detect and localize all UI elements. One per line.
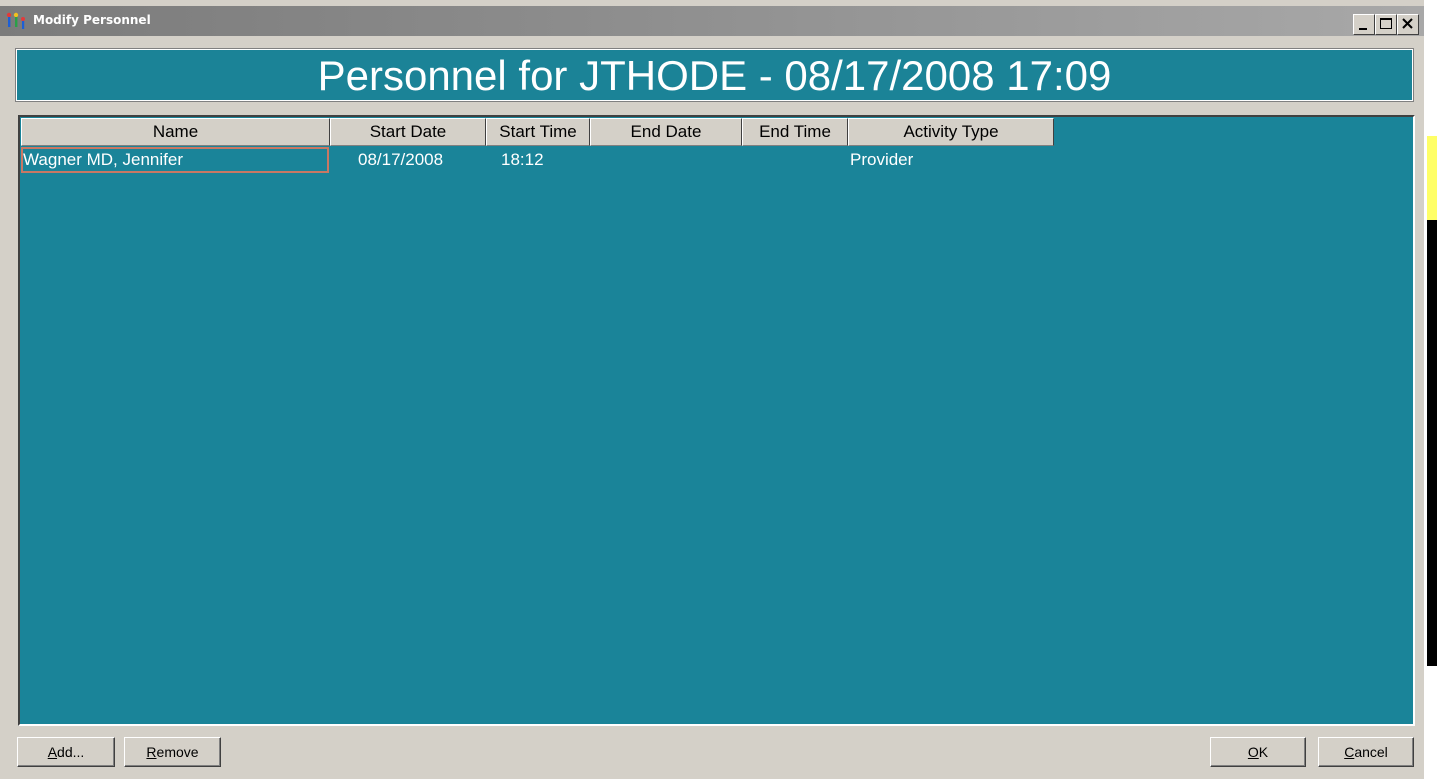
- ok-button-label: K: [1258, 744, 1269, 760]
- people-app-icon: [6, 12, 25, 29]
- add-button-accel: A: [47, 744, 58, 760]
- close-button[interactable]: [1397, 14, 1419, 35]
- column-header-end-date[interactable]: End Date: [590, 118, 742, 146]
- add-button-label: dd...: [57, 744, 85, 760]
- column-header-name[interactable]: Name: [21, 118, 330, 146]
- remove-button[interactable]: Remove: [124, 737, 221, 767]
- cell-start-time: 18:12: [501, 150, 544, 169]
- cell-name-selected[interactable]: Wagner MD, Jennifer: [21, 147, 329, 173]
- ok-button-accel: O: [1247, 744, 1259, 760]
- window-title: Modify Personnel: [33, 13, 151, 27]
- background-window-dark-block: [1427, 220, 1437, 256]
- column-header-start-time[interactable]: Start Time: [486, 118, 590, 146]
- personnel-list[interactable]: Name Start Date Start Time End Date End …: [18, 115, 1415, 726]
- minimize-icon: [1359, 28, 1367, 30]
- remove-button-label: emove: [156, 744, 199, 760]
- cancel-button-label: ancel: [1354, 744, 1388, 760]
- table-row[interactable]: Wagner MD, Jennifer 08/17/2008 18:12 Pro…: [21, 147, 1121, 173]
- cell-activity-type: Provider: [850, 150, 914, 169]
- cancel-button[interactable]: Cancel: [1318, 737, 1414, 767]
- personnel-header-banner: Personnel for JTHODE - 08/17/2008 17:09: [15, 48, 1414, 102]
- background-window-panel: [1427, 256, 1437, 666]
- maximize-icon: [1380, 18, 1392, 29]
- cell-start-date: 08/17/2008: [358, 150, 444, 169]
- cell-name-text: Wagner MD, Jennifer: [23, 150, 183, 169]
- background-window-highlight: [1427, 136, 1437, 220]
- column-header-row: Name Start Date Start Time End Date End …: [21, 118, 1054, 146]
- close-icon: [1402, 18, 1413, 29]
- column-header-end-time[interactable]: End Time: [742, 118, 848, 146]
- add-button[interactable]: Add...: [17, 737, 115, 767]
- maximize-button[interactable]: [1375, 14, 1397, 35]
- remove-button-accel: R: [146, 744, 157, 760]
- column-header-start-date[interactable]: Start Date: [330, 118, 486, 146]
- cancel-button-accel: C: [1344, 744, 1355, 760]
- column-header-activity-type[interactable]: Activity Type: [848, 118, 1054, 146]
- minimize-button[interactable]: [1353, 14, 1375, 35]
- title-bar[interactable]: Modify Personnel: [0, 6, 1424, 36]
- ok-button[interactable]: OK: [1210, 737, 1306, 767]
